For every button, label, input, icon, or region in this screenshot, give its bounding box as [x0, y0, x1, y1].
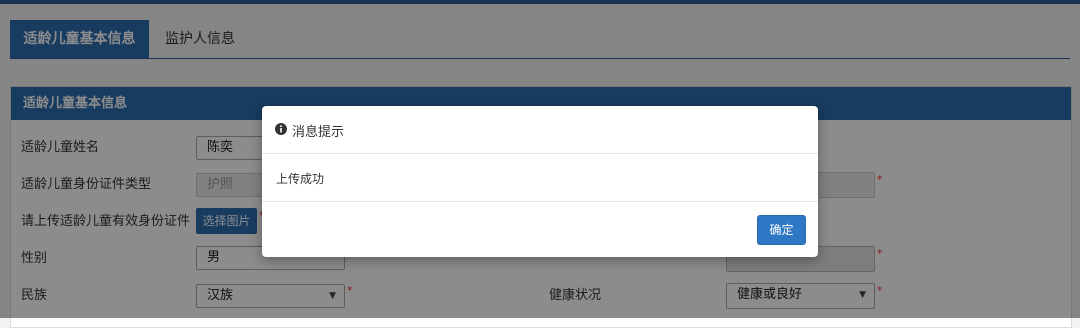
dialog-message: 上传成功	[276, 172, 325, 186]
dialog-header: 消息提示	[262, 106, 818, 154]
dialog-footer: 确定	[262, 201, 818, 258]
info-circle-icon	[275, 123, 287, 135]
dialog-title: 消息提示	[292, 125, 345, 140]
message-dialog: 消息提示 上传成功 确定	[262, 106, 818, 257]
confirm-button[interactable]: 确定	[757, 215, 806, 245]
